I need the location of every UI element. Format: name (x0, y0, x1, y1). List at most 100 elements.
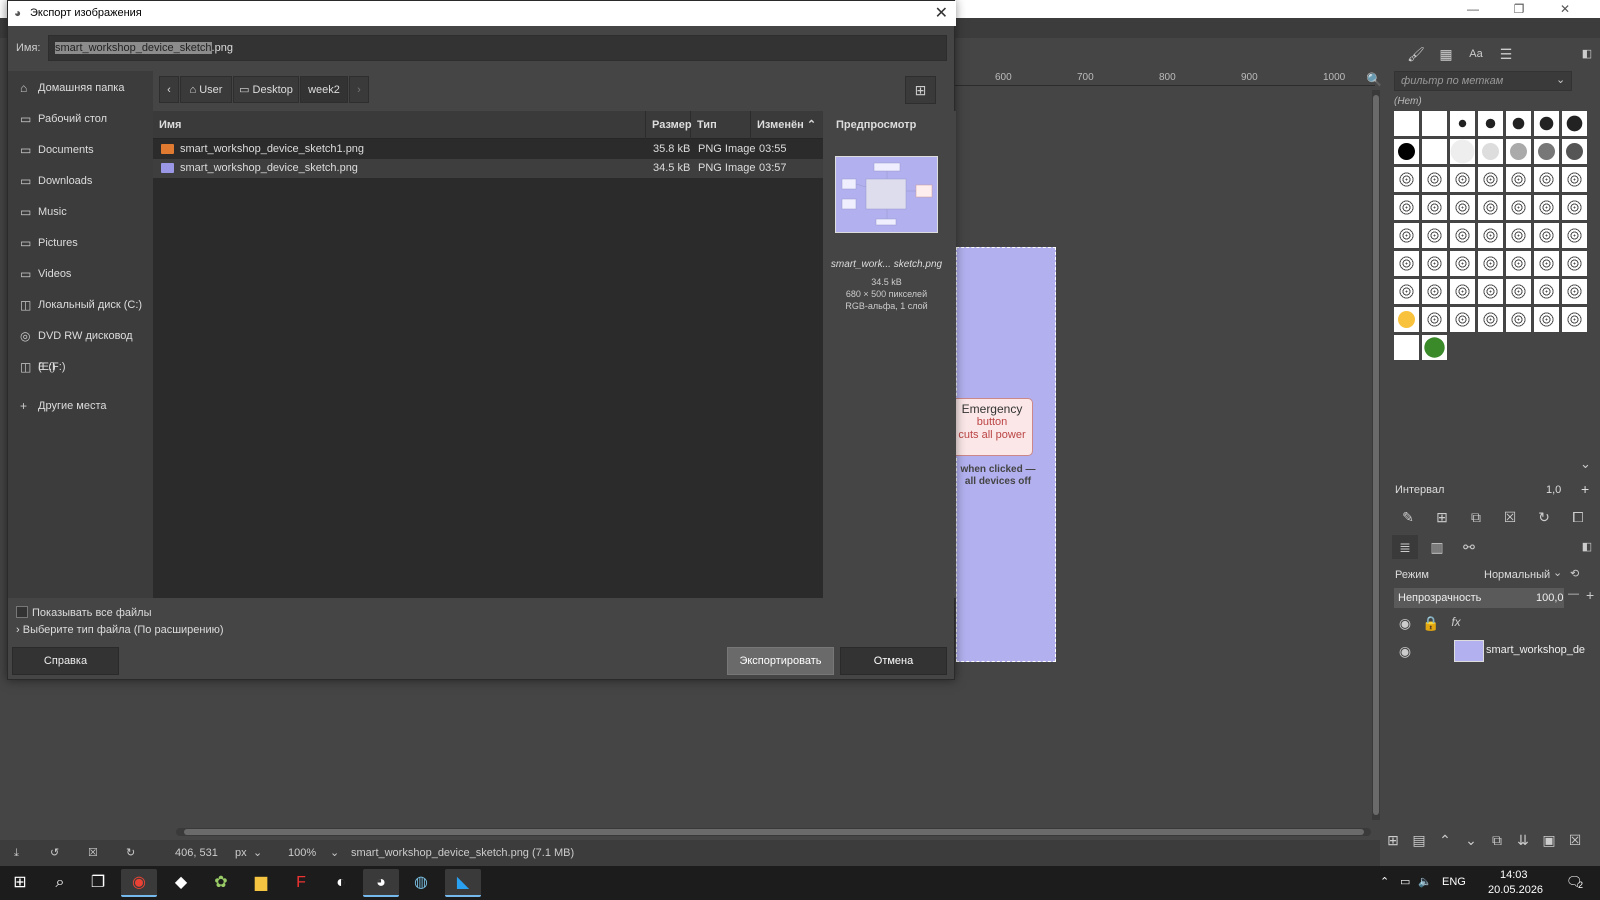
brush-thumbnail[interactable] (1393, 194, 1420, 221)
dock-menu-icon[interactable]: ◧ (1574, 42, 1600, 66)
brush-thumbnail[interactable] (1561, 166, 1588, 193)
vertical-scroll-thumb[interactable] (1373, 95, 1379, 815)
paths-tab-icon[interactable]: ⚯ (1456, 535, 1482, 559)
path-user-button[interactable]: ⌂ User (180, 76, 232, 103)
edit-brush-icon[interactable]: ✎ (1398, 509, 1418, 526)
brush-thumbnail[interactable] (1449, 138, 1476, 165)
font-tab-icon[interactable]: Aa (1463, 42, 1489, 66)
brush-thumbnail[interactable] (1393, 138, 1420, 165)
brush-tab-icon[interactable]: 🖌 (1403, 42, 1429, 66)
search-icon[interactable]: ⌕ (42, 869, 78, 897)
brush-thumbnail[interactable] (1477, 110, 1504, 137)
new-brush-icon[interactable]: ⊞ (1432, 509, 1452, 526)
create-folder-button[interactable]: ⊞ (905, 76, 936, 104)
brush-thumbnail[interactable] (1477, 166, 1504, 193)
place-videos[interactable]: ▭ Videos (8, 259, 153, 290)
brush-thumbnail[interactable] (1477, 278, 1504, 305)
file-explorer-icon[interactable]: ▆ (243, 869, 279, 897)
brush-thumbnail[interactable] (1505, 278, 1532, 305)
chevron-down-icon[interactable]: ⌄ (1553, 566, 1562, 579)
filename-input[interactable]: smart_workshop_device_sketch.png (48, 35, 947, 61)
brush-thumbnail[interactable] (1477, 194, 1504, 221)
zoom-select[interactable]: 100% (288, 840, 316, 866)
lock-icon[interactable]: 🔒 (1421, 615, 1441, 632)
brush-thumbnail[interactable] (1393, 166, 1420, 193)
app2-icon[interactable]: ◐ (323, 869, 359, 897)
place-other[interactable]: + Другие места (8, 391, 153, 422)
col-size[interactable]: Размер (646, 111, 692, 139)
plus-icon[interactable]: + (1586, 587, 1594, 603)
raise-layer-icon[interactable]: ⌃ (1435, 832, 1455, 849)
brush-thumbnail[interactable] (1561, 278, 1588, 305)
brush-thumbnail[interactable] (1393, 222, 1420, 249)
app-icon[interactable]: ✿ (203, 869, 239, 897)
layer-name[interactable]: smart_workshop_de (1486, 644, 1598, 656)
chevron-down-icon[interactable]: ⌄ (1556, 73, 1565, 86)
horizontal-scroll-thumb[interactable] (184, 829, 1364, 835)
show-all-files-checkbox[interactable]: Показывать все файлы (16, 606, 151, 619)
brush-thumbnail[interactable] (1561, 110, 1588, 137)
chevron-down-icon[interactable]: ⌄ (253, 840, 262, 866)
close-window-button[interactable]: ✕ (1542, 0, 1588, 18)
brush-thumbnail[interactable] (1561, 306, 1588, 333)
vertical-scrollbar[interactable] (1372, 90, 1380, 820)
tray-chevron-icon[interactable]: ⌃ (1380, 875, 1389, 888)
place-home[interactable]: ⌂ Домашняя папка (8, 73, 153, 104)
brush-thumbnail[interactable] (1505, 166, 1532, 193)
language-indicator[interactable]: ENG (1442, 876, 1466, 888)
brush-thumbnail[interactable] (1477, 306, 1504, 333)
brush-thumbnail[interactable] (1477, 250, 1504, 277)
brush-thumbnail[interactable] (1561, 222, 1588, 249)
chrome-icon[interactable]: ◉ (121, 869, 157, 897)
channels-tab-icon[interactable]: ▥ (1424, 535, 1450, 559)
gimp-icon[interactable]: ◕ (363, 869, 399, 897)
app3-icon[interactable]: ◍ (403, 869, 439, 897)
visibility-eye-icon[interactable]: ◉ (1395, 643, 1415, 660)
document-tab-icon[interactable]: ☰ (1493, 42, 1519, 66)
place-drive-f[interactable]: ◫ E (F:) (8, 352, 153, 383)
mask-icon[interactable]: ▣ (1539, 832, 1559, 849)
dock-menu-icon[interactable]: ◧ (1574, 535, 1600, 559)
inkscape-icon[interactable]: ◆ (163, 869, 199, 897)
brush-thumbnail[interactable] (1561, 138, 1588, 165)
vscode-icon[interactable]: ◣ (445, 869, 481, 897)
minus-icon[interactable]: — (1568, 588, 1579, 600)
brush-thumbnail[interactable] (1421, 194, 1448, 221)
path-back-button[interactable]: ‹ (159, 76, 179, 103)
layer-row[interactable]: ◉ smart_workshop_de (1390, 636, 1600, 666)
chevron-down-icon[interactable]: ⌄ (1580, 456, 1591, 472)
brush-thumbnail[interactable] (1421, 110, 1448, 137)
pattern-tab-icon[interactable]: ▦ (1433, 42, 1459, 66)
brush-thumbnail[interactable] (1449, 278, 1476, 305)
duplicate-layer-icon[interactable]: ⧉ (1487, 832, 1507, 849)
fx-icon[interactable]: fx (1446, 615, 1466, 629)
save-icon[interactable]: ⤓ (14, 840, 19, 866)
cancel-button[interactable]: Отмена (840, 647, 947, 675)
checkbox-box[interactable] (16, 606, 28, 618)
plus-icon[interactable]: + (1581, 481, 1589, 497)
place-desktop[interactable]: ▭ Рабочий стол (8, 104, 153, 135)
figma-icon[interactable]: F (283, 869, 319, 897)
unit-select[interactable]: px (235, 840, 247, 866)
file-type-expander[interactable]: › Выберите тип файла (По расширению) (16, 624, 224, 636)
place-pictures[interactable]: ▭ Pictures (8, 228, 153, 259)
brush-thumbnail[interactable] (1533, 194, 1560, 221)
col-type[interactable]: Тип (691, 111, 751, 139)
brush-thumbnail[interactable] (1533, 306, 1560, 333)
brush-thumbnail[interactable] (1449, 194, 1476, 221)
brush-thumbnail[interactable] (1561, 194, 1588, 221)
lower-layer-icon[interactable]: ⌄ (1461, 832, 1481, 849)
brush-thumbnail[interactable] (1449, 306, 1476, 333)
brush-thumbnail[interactable] (1505, 194, 1532, 221)
place-downloads[interactable]: ▭ Downloads (8, 166, 153, 197)
brush-thumbnail[interactable] (1533, 166, 1560, 193)
brush-thumbnail[interactable] (1449, 222, 1476, 249)
brush-thumbnail[interactable] (1505, 138, 1532, 165)
brush-thumbnail[interactable] (1421, 250, 1448, 277)
brush-thumbnail[interactable] (1533, 138, 1560, 165)
clock-time[interactable]: 14:03 (1500, 869, 1528, 881)
place-drive-c[interactable]: ◫ Локальный диск (C:) (8, 290, 153, 321)
brush-thumbnail[interactable] (1505, 306, 1532, 333)
windows-start-icon[interactable]: ⊞ (2, 869, 38, 897)
minimize-button[interactable]: — (1450, 0, 1496, 18)
